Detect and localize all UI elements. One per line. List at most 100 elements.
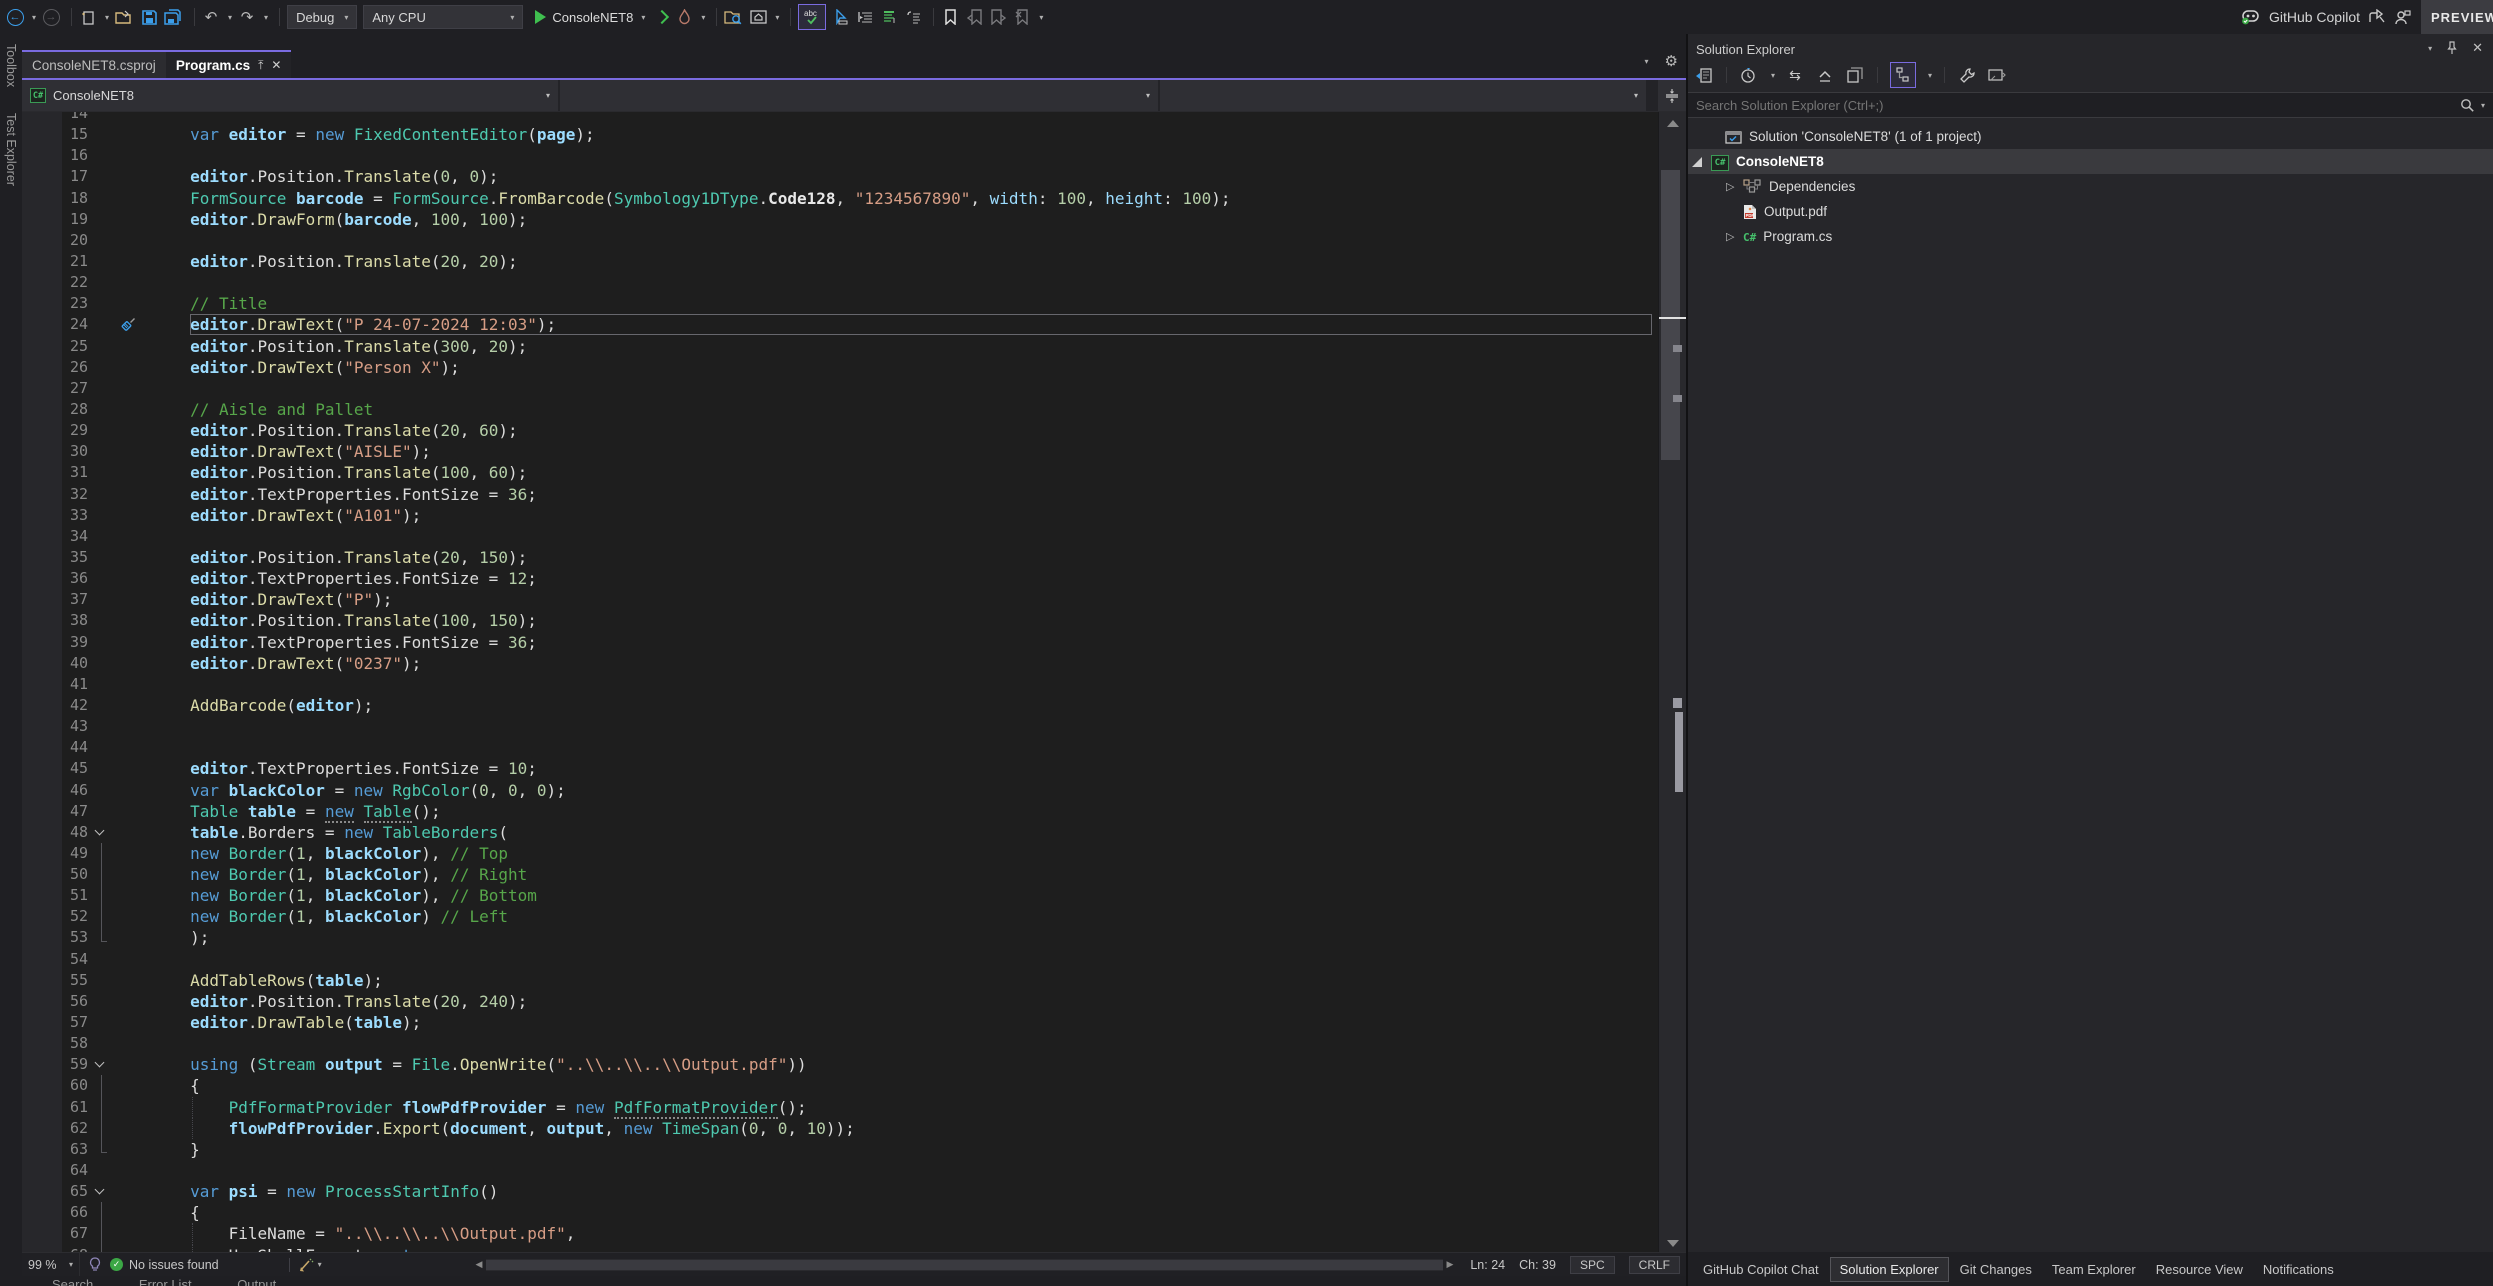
solution-explorer-header[interactable]: Solution Explorer ▾ ✕ [1688,34,2493,60]
code-line[interactable]: 37 editor.DrawText("P"); [22,589,1658,610]
code-line[interactable]: 28 // Aisle and Pallet [22,399,1658,420]
toggle-bookmark-button[interactable] [941,5,959,29]
code-line[interactable]: 41 [22,674,1658,695]
fold-margin[interactable] [90,653,113,674]
document-tab-Program.cs[interactable]: Program.cs⤒✕ [166,50,292,78]
code-line[interactable]: 47 Table table = new Table(); [22,801,1658,822]
zoom-level-dropdown[interactable]: 99 % ▾ [22,1253,80,1276]
wrench-icon[interactable] [1957,63,1977,87]
fold-margin[interactable] [90,547,113,568]
fold-margin[interactable] [90,1160,113,1181]
scrollbar-thumb[interactable] [1661,170,1680,460]
fold-margin[interactable] [90,112,113,124]
fold-margin[interactable] [90,166,113,187]
code-line[interactable]: 42 AddBarcode(editor); [22,695,1658,716]
window-position-caret[interactable]: ▾ [2428,44,2432,53]
quick-actions-screwdriver-icon[interactable] [121,316,136,331]
tree-item-dependencies[interactable]: ▷Dependencies [1688,174,2493,199]
code-line[interactable]: 64 [22,1160,1658,1181]
fold-margin[interactable] [90,399,113,420]
pending-changes-filter-button[interactable] [1739,63,1759,87]
fold-chevron-icon[interactable] [95,825,105,835]
fold-margin[interactable] [90,505,113,526]
code-line[interactable]: 50 new Border(1, blackColor), // Right [22,864,1658,885]
hscrollbar-thumb[interactable] [486,1260,1443,1270]
code-line[interactable]: 46 var blackColor = new RgbColor(0, 0, 0… [22,780,1658,801]
code-line[interactable]: 44 [22,737,1658,758]
editor-options-gear-icon[interactable]: ⚙ [1665,52,1678,70]
code-line[interactable]: 22 [22,272,1658,293]
scroll-right-arrow[interactable]: ▶ [1443,1259,1457,1270]
code-line[interactable]: 57 editor.DrawTable(table); [22,1012,1658,1033]
line-ending-button[interactable]: CRLF [1629,1256,1680,1274]
fold-margin[interactable] [90,737,113,758]
copilot-status-button[interactable]: GitHub Copilot [2241,8,2411,26]
fold-margin[interactable] [90,1033,113,1054]
code-line[interactable]: 43 [22,716,1658,737]
start-debugging-button[interactable]: ConsoleNET8▾ [535,10,645,25]
fold-margin[interactable] [90,145,113,166]
code-line[interactable]: 52 new Border(1, blackColor) // Left [22,906,1658,927]
code-line[interactable]: 14 [22,112,1658,124]
tab-output[interactable]: Output [237,1276,276,1286]
search-options-caret[interactable]: ▾ [2481,101,2485,110]
person-icon[interactable] [2394,9,2411,25]
solution-search-box[interactable]: ▾ [1688,92,2493,118]
code-line[interactable]: 54 [22,949,1658,970]
fold-margin[interactable] [90,927,113,948]
search-input[interactable] [1696,98,2406,113]
panel-tab-git-changes[interactable]: Git Changes [1951,1258,2041,1281]
fold-margin[interactable] [90,716,113,737]
sync-namespaces-icon[interactable]: ⇆ [1785,63,1805,87]
fold-margin[interactable] [90,441,113,462]
code-line[interactable]: 38 editor.Position.Translate(100, 150); [22,610,1658,631]
type-dropdown[interactable]: ▾ [560,80,1160,111]
code-cleanup-caret[interactable]: ▾ [318,1260,322,1269]
uncomment-button[interactable] [904,5,922,29]
close-icon[interactable]: ✕ [271,58,281,72]
fold-margin[interactable] [90,1054,113,1075]
fold-margin[interactable] [90,695,113,716]
fold-margin[interactable] [90,272,113,293]
collapse-all-button[interactable] [1815,63,1835,87]
scroll-up-arrow[interactable] [1659,116,1686,130]
member-dropdown[interactable]: ▾ [1160,80,1648,111]
fold-margin[interactable] [90,314,113,335]
document-tab-ConsoleNET8.csproj[interactable]: ConsoleNET8.csproj [22,50,166,78]
back-dropdown-caret[interactable]: ▾ [32,13,36,22]
issues-status-label[interactable]: No issues found [129,1258,219,1272]
toolbar-overflow-caret[interactable]: ▾ [1039,13,1043,22]
panel-tab-resource-view[interactable]: Resource View [2147,1258,2252,1281]
code-line[interactable]: 67 FileName = "..\\..\\..\\Output.pdf", [22,1223,1658,1244]
test-explorer-vertical-tab[interactable]: Test Explorer [4,113,18,186]
toolbox-vertical-tab[interactable]: Toolbox [4,44,18,87]
code-line[interactable]: 20 [22,230,1658,251]
close-icon[interactable]: ✕ [2472,40,2483,56]
code-line[interactable]: 24 editor.DrawText("P 24-07-2024 12:03")… [22,314,1658,335]
search-icon[interactable] [2460,98,2475,113]
save-button[interactable] [140,5,158,29]
fold-margin[interactable] [90,526,113,547]
start-without-debugging-button[interactable] [651,5,669,29]
code-line[interactable]: 17 editor.Position.Translate(0, 0); [22,166,1658,187]
panel-tab-team-explorer[interactable]: Team Explorer [2043,1258,2145,1281]
code-line[interactable]: 34 [22,526,1658,547]
fold-margin[interactable] [90,336,113,357]
split-window-handle[interactable] [1658,80,1686,111]
tree-item-output-pdf[interactable]: PDFOutput.pdf [1688,199,2493,224]
code-line[interactable]: 40 editor.DrawText("0237"); [22,653,1658,674]
open-file-button[interactable] [115,5,134,29]
code-line[interactable]: 60 { [22,1075,1658,1096]
solution-platform-dropdown[interactable]: Any CPU▾ [363,5,523,29]
code-line[interactable]: 25 editor.Position.Translate(300, 20); [22,336,1658,357]
code-line[interactable]: 48 table.Borders = new TableBorders( [22,822,1658,843]
code-line[interactable]: 16 [22,145,1658,166]
fold-margin[interactable] [90,632,113,653]
toggle-completion-mode-button[interactable]: abc [798,4,826,30]
panel-tab-solution-explorer[interactable]: Solution Explorer [1830,1257,1949,1282]
fold-margin[interactable] [90,843,113,864]
undo-button[interactable]: ↶ [202,5,220,29]
sync-dropdown-caret[interactable]: ▾ [1928,71,1932,80]
code-line[interactable]: 65 var psi = new ProcessStartInfo() [22,1181,1658,1202]
tree-item-program-cs[interactable]: ▷C#Program.cs [1688,224,2493,249]
